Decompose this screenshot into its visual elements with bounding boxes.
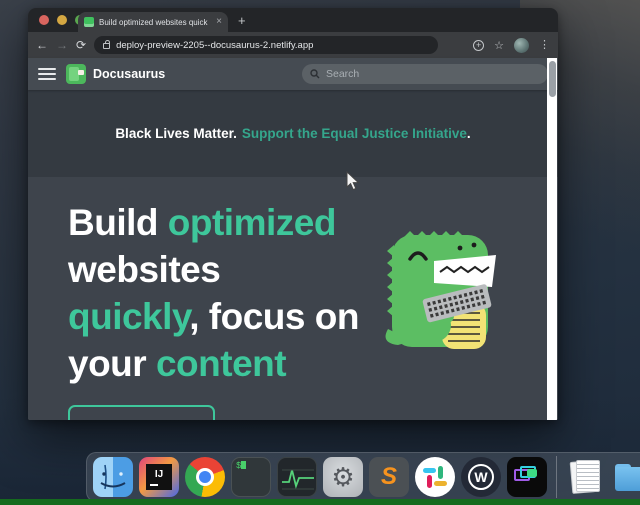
dock-chrome-icon[interactable] — [185, 457, 225, 497]
address-bar[interactable]: deploy-preview-2205--docusaurus-2.netlif… — [94, 36, 438, 54]
mouse-cursor — [346, 171, 361, 191]
search-box[interactable] — [302, 64, 548, 84]
site-brand[interactable]: Docusaurus — [93, 67, 165, 81]
gear-icon: ⚙ — [331, 462, 354, 493]
browser-menu-icon[interactable]: ⋮ — [539, 40, 550, 51]
dock-sublime-text-icon[interactable]: S — [369, 457, 409, 497]
dock-activity-monitor-icon[interactable] — [277, 457, 317, 497]
new-tab-button[interactable]: + — [238, 14, 246, 27]
bottom-green-bar — [0, 499, 640, 505]
forward-button[interactable]: → — [56, 39, 68, 51]
tab-strip: Build optimized websites quick × + — [28, 8, 558, 32]
dock-downloads-folder-icon[interactable] — [612, 457, 640, 497]
browser-tab[interactable]: Build optimized websites quick × — [78, 12, 228, 32]
announcement-bar: Black Lives Matter. Support the Equal Ju… — [28, 90, 558, 177]
site-navbar: Docusaurus — [28, 58, 558, 90]
dock-separator — [556, 456, 557, 498]
toolbar-actions: + ☆ ⋮ — [473, 38, 550, 53]
dock-terminal-icon[interactable]: $ — [231, 457, 271, 497]
lock-icon — [103, 43, 110, 49]
docusaurus-logo-icon[interactable] — [66, 64, 86, 84]
minimize-window-button[interactable] — [57, 15, 67, 25]
tab-title: Build optimized websites quick — [99, 18, 211, 27]
page-content: Docusaurus Black Lives Matter. Support t… — [28, 58, 558, 420]
profile-avatar[interactable] — [514, 38, 529, 53]
dock-finder-icon[interactable] — [93, 457, 133, 497]
dock-system-preferences-icon[interactable]: ⚙ — [323, 457, 363, 497]
extension-icon[interactable]: + — [473, 40, 484, 51]
page-scrollbar-thumb[interactable] — [549, 61, 556, 97]
get-started-button[interactable] — [68, 405, 215, 420]
announcement-text: Black Lives Matter. — [115, 126, 237, 141]
announcement-period: . — [467, 126, 471, 141]
browser-toolbar: ← → ⟳ deploy-preview-2205--docusaurus-2.… — [28, 32, 558, 58]
page-scrollbar-track — [547, 58, 557, 420]
tab-close-icon[interactable]: × — [216, 17, 222, 27]
docusaurus-mascot-illustration — [368, 221, 508, 361]
announcement-link[interactable]: Support the Equal Justice Initiative — [242, 126, 467, 141]
search-input[interactable] — [326, 68, 540, 80]
browser-window: Build optimized websites quick × + ← → ⟳… — [28, 8, 558, 420]
url-text: deploy-preview-2205--docusaurus-2.netlif… — [116, 40, 313, 51]
search-icon — [310, 69, 320, 79]
dock-workplace-chat-icon[interactable]: W — [461, 457, 501, 497]
docusaurus-favicon-icon — [84, 17, 94, 27]
bookmark-star-icon[interactable]: ☆ — [494, 39, 504, 52]
hero-heading: Build optimizedwebsitesquickly, focus on… — [68, 199, 388, 387]
dock-documents-stack-icon[interactable] — [566, 457, 606, 497]
close-window-button[interactable] — [39, 15, 49, 25]
desktop: Build optimized websites quick × + ← → ⟳… — [0, 0, 640, 505]
dock-intellij-idea-icon[interactable]: IJ — [139, 457, 179, 497]
dock: IJ $ ⚙ S W — [86, 452, 640, 502]
back-button[interactable]: ← — [36, 39, 48, 51]
hero-section: Build optimizedwebsitesquickly, focus on… — [28, 177, 558, 420]
dock-screen-capture-icon[interactable] — [507, 457, 547, 497]
reload-button[interactable]: ⟳ — [76, 39, 86, 51]
dock-slack-icon[interactable] — [415, 457, 455, 497]
hamburger-menu-icon[interactable] — [38, 68, 56, 80]
